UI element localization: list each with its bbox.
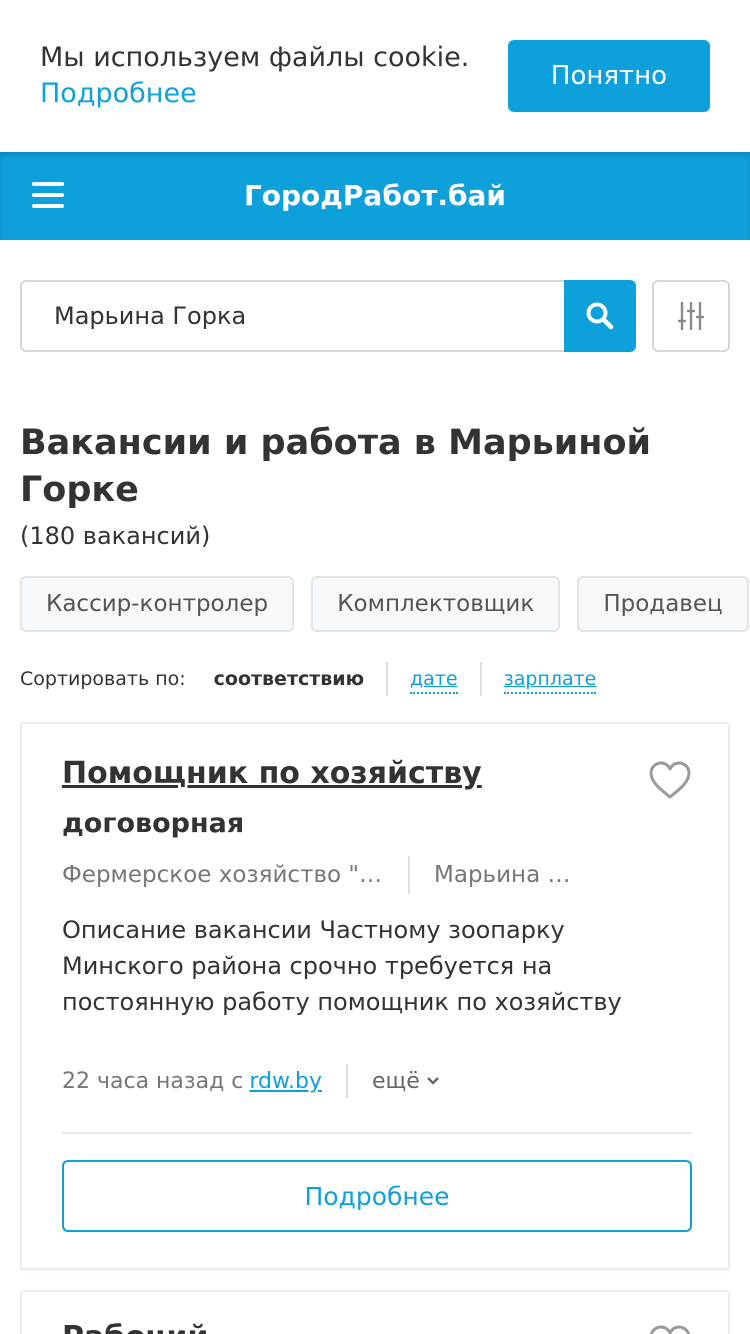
site-header: ГородРабот.бай <box>0 152 750 240</box>
site-logo: ГородРабот.бай <box>243 179 507 212</box>
cookie-banner: Мы используем файлы cookie. Подробнее По… <box>0 0 750 152</box>
vacancy-company: Фермерское хозяйство "ВОЛЬНАЯ ДОЛИНА" <box>62 862 408 888</box>
hamburger-menu-icon[interactable] <box>32 182 64 208</box>
sort-relevance: соответствию <box>213 668 365 690</box>
cookie-accept-button[interactable]: Понятно <box>508 40 710 112</box>
vacancy-title-link[interactable]: Помощник по хозяйству <box>62 756 482 791</box>
heart-icon[interactable] <box>648 1324 692 1334</box>
sort-salary-item: зарплате <box>482 662 619 696</box>
cookie-text: Мы используем файлы cookie. <box>40 42 470 73</box>
chip-picker[interactable]: Комплектовщик <box>311 576 561 632</box>
main-content: Вакансии и работа в Марьиной Горке (180 … <box>0 240 750 1334</box>
vacancy-footer: 22 часа назад с rdw.by ещё <box>62 1064 440 1098</box>
vacancy-description: Описание вакансии Частному зоопарку Минс… <box>62 916 622 1016</box>
card-divider <box>62 1132 692 1134</box>
vacancy-card: Помощник по хозяйству договорная Фермерс… <box>20 722 730 1270</box>
sort-label: Сортировать по: <box>20 668 186 690</box>
vacancy-card: Рабочий <box>20 1290 730 1334</box>
cookie-more-link[interactable]: Подробнее <box>40 76 480 112</box>
heart-icon[interactable] <box>648 760 692 800</box>
sort-salary-link[interactable]: зарплате <box>503 666 597 694</box>
search-bar <box>20 280 636 352</box>
sort-date-link[interactable]: дате <box>410 666 458 694</box>
filter-button[interactable] <box>652 280 730 352</box>
cookie-message: Мы используем файлы cookie. Подробнее <box>40 40 480 112</box>
vacancy-count: (180 вакансий) <box>20 522 211 550</box>
suggestion-chips: Кассир-контролер Комплектовщик Продавец <box>20 576 750 632</box>
vacancy-source-link[interactable]: rdw.by <box>249 1069 322 1094</box>
more-label: ещё <box>371 1068 420 1094</box>
search-button[interactable] <box>564 280 636 352</box>
more-dropdown[interactable]: ещё <box>372 1069 440 1094</box>
chip-seller[interactable]: Продавец <box>577 576 749 632</box>
footer-divider <box>345 1064 348 1098</box>
sort-date-item: дате <box>388 662 480 696</box>
vacancy-city: Марьина Горка <box>434 862 576 888</box>
chip-cashier[interactable]: Кассир-контролер <box>20 576 295 632</box>
sort-bar: Сортировать по: соответствию дате зарпла… <box>20 662 618 696</box>
chevron-down-icon <box>426 1077 439 1085</box>
vacancy-salary: договорная <box>62 808 245 839</box>
vacancy-time: 22 часа назад с <box>62 1068 244 1094</box>
vacancy-details-button[interactable]: Подробнее <box>62 1160 692 1232</box>
search-input[interactable] <box>22 282 566 350</box>
filter-sliders-icon <box>678 302 704 330</box>
vacancy-title-link[interactable]: Рабочий <box>62 1320 208 1334</box>
page-title: Вакансии и работа в Марьиной Горке <box>20 423 652 510</box>
search-icon <box>586 302 614 330</box>
vacancy-meta: Фермерское хозяйство "ВОЛЬНАЯ ДОЛИНА" Ма… <box>62 856 576 894</box>
